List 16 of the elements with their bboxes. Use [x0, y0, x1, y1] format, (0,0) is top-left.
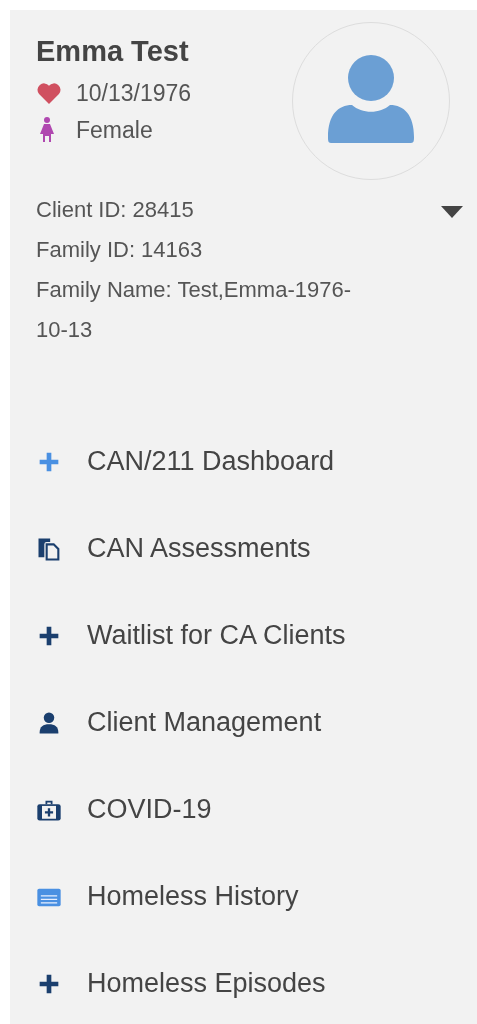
heart-icon: [36, 82, 62, 105]
menu-item[interactable]: CAN/211 Dashboard: [10, 418, 477, 505]
menu-item[interactable]: Homeless History: [10, 853, 477, 940]
family-id: Family ID: 14163: [36, 236, 204, 264]
client-id: Client ID: 28415: [36, 196, 195, 224]
family-name: Family Name: Test,Emma-1976-10-13: [36, 276, 352, 344]
gender: Female: [76, 115, 153, 145]
female-icon: [40, 116, 54, 143]
menu-item[interactable]: Client Management: [10, 679, 477, 766]
menu-item[interactable]: COVID-19: [10, 766, 477, 853]
menu-item[interactable]: CAN Assessments: [10, 505, 477, 592]
birth-date: 10/13/1976: [76, 79, 192, 108]
caret-down-icon[interactable]: [441, 206, 463, 218]
client-name: Emma Test: [36, 36, 190, 66]
menu-item[interactable]: Homeless Episodes: [10, 940, 477, 1024]
menu-item[interactable]: Waitlist for CA Clients: [10, 592, 477, 679]
